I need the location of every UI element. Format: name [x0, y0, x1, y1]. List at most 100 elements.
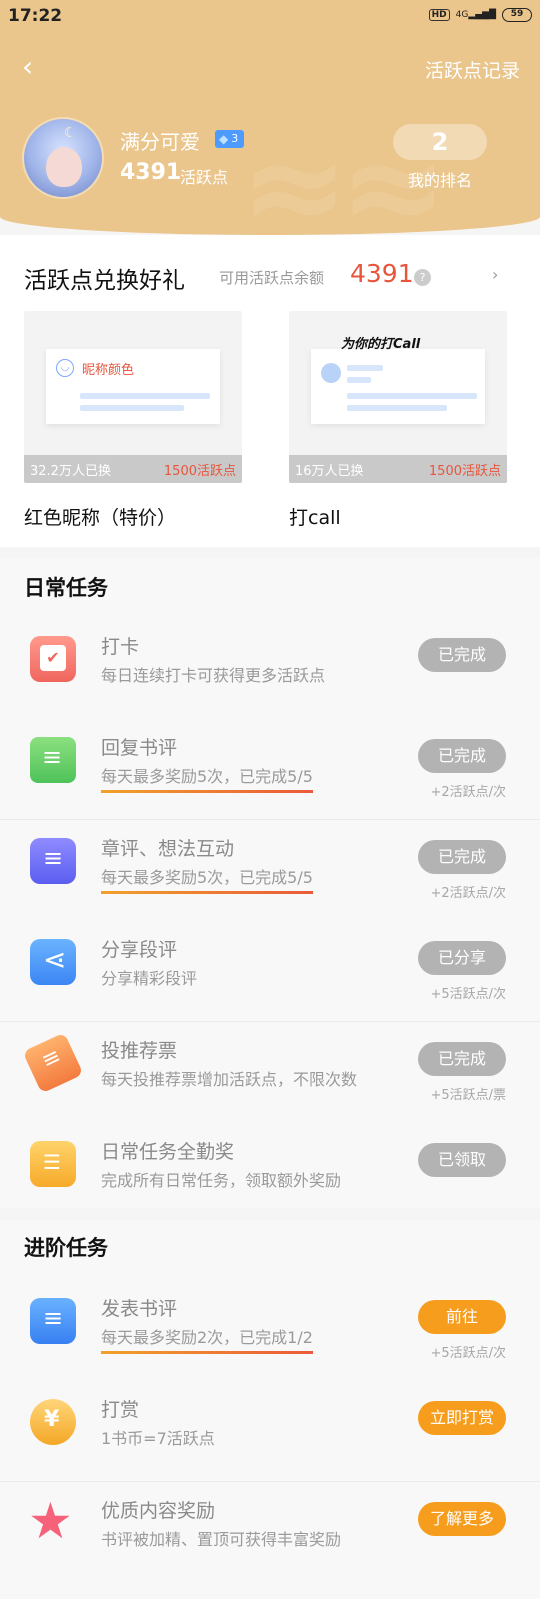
list-icon	[30, 1141, 76, 1187]
task-reward: +2活跃点/次	[430, 785, 506, 800]
card-name: 打call	[289, 507, 341, 529]
rank-label: 我的排名	[407, 171, 472, 190]
task-name: 回复书评	[101, 737, 178, 759]
daily-tasks-section: 日常任务 打卡 每日连续打卡可获得更多活跃点 已完成 回复书评 每天最多奖励5次…	[0, 558, 540, 1208]
card-strip: 32.2万人已换 1500活跃点	[24, 455, 242, 483]
fan-level-icon: ◆	[219, 132, 229, 146]
chevron-left-icon: ‹	[22, 50, 34, 83]
task-reply-review: 回复书评 每天最多奖励5次，已完成5/5 已完成 +2活跃点/次	[0, 719, 540, 820]
battery-icon: 59	[502, 8, 532, 22]
task-desc: 完成所有日常任务，领取额外奖励	[101, 1171, 342, 1190]
avatar[interactable]: ☾	[22, 117, 104, 199]
task-daily-bonus: 日常任务全勤奖 完成所有日常任务，领取额外奖励 已领取	[0, 1123, 540, 1224]
task-button[interactable]: 已完成	[418, 739, 506, 773]
preview-text: 昵称颜色	[82, 363, 135, 378]
status-time: 17:22	[8, 6, 63, 26]
task-reward: +2活跃点/次	[430, 886, 506, 901]
task-desc: 每天最多奖励5次，已完成5/5	[101, 763, 313, 793]
share-icon	[30, 939, 76, 985]
card-name: 红色昵称（特价）	[24, 507, 177, 529]
balance-label: 可用活跃点余额	[219, 269, 325, 287]
task-checkin: 打卡 每日连续打卡可获得更多活跃点 已完成	[0, 618, 540, 719]
task-desc: 每天最多奖励2次，已完成1/2	[101, 1324, 313, 1354]
task-tip: 打赏 1书币=7活跃点 立即打赏	[0, 1381, 540, 1482]
daily-tasks-title: 日常任务	[24, 576, 108, 600]
status-bar: 17:22 HD 4G▂▄▆█ 59	[0, 0, 540, 34]
task-name: 优质内容奖励	[101, 1500, 216, 1522]
task-button[interactable]: 立即打赏	[418, 1401, 506, 1435]
call-preview-text: 为你的打Call	[341, 337, 421, 352]
activity-record-link[interactable]: 活跃点记录	[425, 56, 520, 83]
task-button[interactable]: 已完成	[418, 638, 506, 672]
card-preview: ◡ 昵称颜色 32.2万人已换 1500活跃点	[24, 311, 242, 483]
level-badge: ◆ 3	[215, 130, 245, 148]
status-icons: HD 4G▂▄▆█ 59	[428, 8, 532, 22]
task-desc: 每日连续打卡可获得更多活跃点	[101, 666, 326, 685]
task-name: 发表书评	[101, 1298, 178, 1320]
points-value: 4391	[120, 160, 182, 185]
avatar-placeholder	[321, 363, 341, 383]
card-count: 32.2万人已换	[30, 464, 111, 479]
comment-icon	[30, 838, 76, 884]
star-icon	[28, 1492, 76, 1550]
task-chapter-interaction: 章评、想法互动 每天最多奖励5次，已完成5/5 已完成 +2活跃点/次	[0, 820, 540, 921]
task-button[interactable]: 已领取	[418, 1143, 506, 1177]
task-desc: 1书币=7活跃点	[101, 1429, 215, 1448]
chevron-right-icon[interactable]: ›	[492, 265, 498, 284]
moon-icon: ☾	[64, 125, 77, 141]
nickname: 满分可爱	[120, 130, 200, 154]
card-price: 1500活跃点	[428, 464, 501, 479]
task-name: 日常任务全勤奖	[101, 1141, 235, 1163]
advanced-tasks-title: 进阶任务	[24, 1236, 108, 1260]
task-name: 章评、想法互动	[101, 838, 235, 860]
task-reward: +5活跃点/次	[430, 987, 506, 1002]
exchange-section: 活跃点兑换好礼 可用活跃点余额 4391 ? › ◡ 昵称颜色 32.2万人已换…	[0, 235, 540, 547]
task-desc: 分享精彩段评	[101, 969, 198, 988]
header: ≈≈ 17:22 HD 4G▂▄▆█ 59 ‹ 活跃点记录 ☾ 满分可爱 ◆ 3…	[0, 0, 540, 235]
task-reward: +5活跃点/票	[430, 1088, 506, 1103]
card-strip: 16万人已换 1500活跃点	[289, 455, 507, 483]
help-icon[interactable]: ?	[414, 269, 431, 286]
placeholder-bar	[347, 393, 477, 399]
ticket-icon	[22, 1032, 84, 1094]
task-share: 分享段评 分享精彩段评 已分享 +5活跃点/次	[0, 921, 540, 1022]
task-name: 打赏	[101, 1399, 140, 1421]
task-quality-content: 优质内容奖励 书评被加精、置顶可获得丰富奖励 了解更多	[0, 1482, 540, 1583]
advanced-tasks-section: 进阶任务 发表书评 每天最多奖励2次，已完成1/2 前往 +5活跃点/次 打赏 …	[0, 1220, 540, 1599]
placeholder-bar	[347, 377, 371, 383]
chat-icon	[30, 737, 76, 783]
task-name: 打卡	[101, 636, 140, 658]
task-button[interactable]: 了解更多	[418, 1502, 506, 1536]
signal-icon: 4G▂▄▆█	[455, 10, 496, 20]
placeholder-bar	[80, 405, 184, 411]
task-desc: 每天最多奖励5次，已完成5/5	[101, 864, 313, 894]
card-preview: 为你的打Call 16万人已换 1500活跃点	[289, 311, 507, 483]
task-button[interactable]: 前往	[418, 1300, 506, 1334]
post-icon	[30, 1298, 76, 1344]
network-label: 4G	[455, 10, 469, 20]
rank-value[interactable]: 2	[393, 124, 487, 160]
task-reward: +5活跃点/次	[430, 1346, 506, 1361]
user-icon: ◡	[56, 359, 74, 377]
task-button[interactable]: 已分享	[418, 941, 506, 975]
calendar-icon	[30, 636, 76, 682]
task-button[interactable]: 已完成	[418, 840, 506, 874]
exchange-card-call[interactable]: 为你的打Call 16万人已换 1500活跃点 打call	[289, 311, 507, 530]
task-name: 分享段评	[101, 939, 178, 961]
placeholder-bar	[80, 393, 210, 399]
exchange-card-red-nickname[interactable]: ◡ 昵称颜色 32.2万人已换 1500活跃点 红色昵称（特价）	[24, 311, 242, 530]
placeholder-bar	[347, 405, 447, 411]
task-name: 投推荐票	[101, 1040, 178, 1062]
task-post-review: 发表书评 每天最多奖励2次，已完成1/2 前往 +5活跃点/次	[0, 1280, 540, 1381]
card-price: 1500活跃点	[163, 464, 236, 479]
exchange-title: 活跃点兑换好礼	[24, 268, 185, 294]
card-count: 16万人已换	[295, 464, 364, 479]
placeholder-bar	[347, 365, 383, 371]
task-desc: 书评被加精、置顶可获得丰富奖励	[101, 1530, 342, 1549]
preview-mock: ◡ 昵称颜色	[46, 349, 220, 424]
task-button[interactable]: 已完成	[418, 1042, 506, 1076]
points-unit: 活跃点	[180, 168, 229, 187]
back-button[interactable]: ‹	[22, 52, 48, 82]
level-value: 3	[231, 132, 239, 145]
preview-mock	[311, 349, 485, 424]
